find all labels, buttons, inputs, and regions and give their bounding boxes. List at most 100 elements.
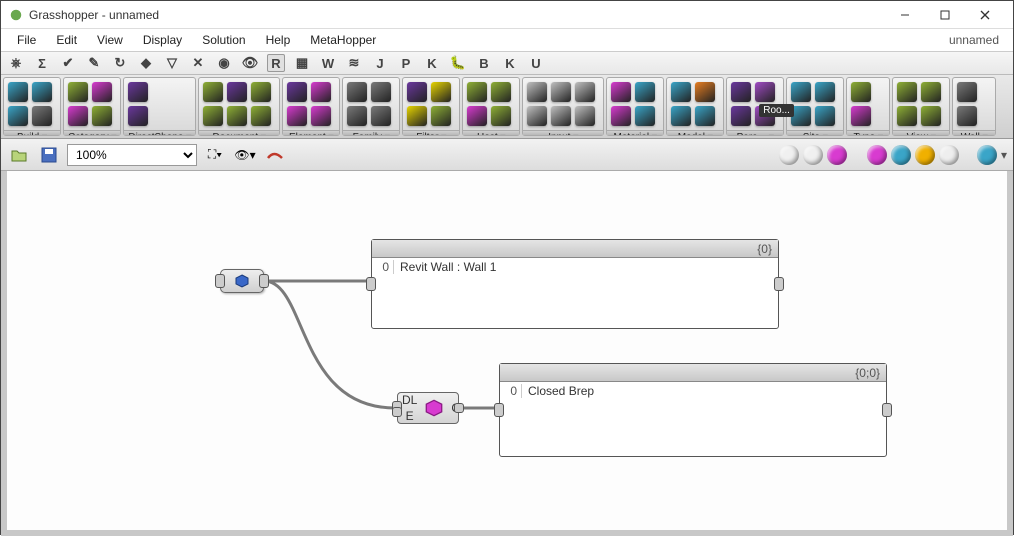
toolbar-glyph-18[interactable]: B: [475, 54, 493, 72]
ribbon-label[interactable]: DirectShape: [124, 130, 195, 135]
ribbon-icon[interactable]: [32, 106, 52, 126]
ribbon-icon[interactable]: [491, 82, 511, 102]
ribbon-icon[interactable]: [92, 106, 112, 126]
save-button[interactable]: [37, 143, 61, 167]
ribbon-icon[interactable]: [815, 106, 835, 126]
ribbon-icon[interactable]: [8, 106, 28, 126]
ribbon-icon[interactable]: [957, 106, 977, 126]
ribbon-icon[interactable]: [467, 106, 487, 126]
ribbon-icon[interactable]: [551, 106, 571, 126]
ribbon-icon[interactable]: [611, 106, 631, 126]
ribbon-icon[interactable]: [695, 82, 715, 102]
ribbon-icon[interactable]: [347, 106, 367, 126]
port-in[interactable]: [494, 403, 504, 417]
display-sphere-menu[interactable]: [977, 145, 997, 165]
toolbar-glyph-7[interactable]: ✕: [189, 54, 207, 72]
ribbon-icon[interactable]: [635, 82, 655, 102]
ribbon-label[interactable]: Site: [787, 130, 843, 135]
close-button[interactable]: [965, 3, 1005, 27]
ribbon-icon[interactable]: [431, 82, 451, 102]
ribbon-icon[interactable]: [287, 106, 307, 126]
toolbar-glyph-3[interactable]: ✎: [85, 54, 103, 72]
ribbon-label[interactable]: Category: [64, 130, 120, 135]
ribbon-icon[interactable]: [311, 82, 331, 102]
toolbar-glyph-13[interactable]: ≋: [345, 54, 363, 72]
ribbon-icon[interactable]: [791, 82, 811, 102]
toolbar-glyph-11[interactable]: ▦: [293, 54, 311, 72]
ribbon-icon[interactable]: [32, 82, 52, 102]
display-sphere[interactable]: [915, 145, 935, 165]
menu-display[interactable]: Display: [133, 33, 192, 47]
sketch-button[interactable]: [263, 143, 287, 167]
display-sphere[interactable]: [891, 145, 911, 165]
canvas[interactable]: {0} 0 Revit Wall : Wall 1 DLE G {0;0} 0 …: [1, 171, 1013, 536]
ribbon-label[interactable]: Wall: [953, 130, 995, 135]
ribbon-icon[interactable]: [671, 106, 691, 126]
ribbon-icon[interactable]: [551, 82, 571, 102]
ribbon-icon[interactable]: [407, 82, 427, 102]
ribbon-icon[interactable]: [851, 106, 871, 126]
toolbar-glyph-5[interactable]: ◆: [137, 54, 155, 72]
ribbon-icon[interactable]: [92, 82, 112, 102]
ribbon-icon[interactable]: [8, 82, 28, 102]
ribbon-icon[interactable]: [671, 82, 691, 102]
ribbon-label[interactable]: Filter: [403, 130, 459, 135]
toolbar-glyph-15[interactable]: P: [397, 54, 415, 72]
ribbon-icon[interactable]: [731, 82, 751, 102]
ribbon-icon[interactable]: [791, 106, 811, 126]
ribbon-icon[interactable]: [407, 106, 427, 126]
ribbon-icon[interactable]: [527, 82, 547, 102]
ribbon-icon[interactable]: [921, 106, 941, 126]
ribbon-icon[interactable]: [851, 82, 871, 102]
panel-2[interactable]: {0;0} 0 Closed Brep: [499, 363, 887, 457]
display-sphere[interactable]: [779, 145, 799, 165]
ribbon-icon[interactable]: [755, 82, 775, 102]
ribbon-label[interactable]: Para...: [727, 130, 783, 135]
toolbar-glyph-9[interactable]: 👁: [241, 54, 259, 72]
display-sphere[interactable]: [827, 145, 847, 165]
ribbon-label[interactable]: Host: [463, 130, 519, 135]
ribbon-icon[interactable]: [467, 82, 487, 102]
ribbon-label[interactable]: Element: [283, 130, 339, 135]
display-sphere[interactable]: [939, 145, 959, 165]
menu-solution[interactable]: Solution: [192, 33, 255, 47]
ribbon-icon[interactable]: [68, 106, 88, 126]
component-node[interactable]: DLE G: [397, 392, 459, 424]
ribbon-icon[interactable]: [635, 106, 655, 126]
ribbon-icon[interactable]: [128, 82, 148, 102]
ribbon-label[interactable]: Type: [847, 130, 889, 135]
port-in-2[interactable]: [392, 407, 402, 417]
toolbar-glyph-6[interactable]: ▽: [163, 54, 181, 72]
ribbon-icon[interactable]: [347, 82, 367, 102]
toolbar-glyph-1[interactable]: Σ: [33, 54, 51, 72]
ribbon-icon[interactable]: [575, 106, 595, 126]
toolbar-glyph-19[interactable]: K: [501, 54, 519, 72]
panel-1[interactable]: {0} 0 Revit Wall : Wall 1: [371, 239, 779, 329]
port-in[interactable]: [215, 274, 225, 288]
toolbar-glyph-20[interactable]: U: [527, 54, 545, 72]
toolbar-glyph-17[interactable]: 🐛: [449, 54, 467, 72]
menu-help[interactable]: Help: [256, 33, 301, 47]
ribbon-icon[interactable]: [251, 106, 271, 126]
ribbon-label[interactable]: Input: [523, 130, 603, 135]
display-sphere[interactable]: [867, 145, 887, 165]
ribbon-icon[interactable]: [203, 106, 223, 126]
zoom-extents-button[interactable]: ⛶▾: [203, 143, 227, 167]
ribbon-label[interactable]: Family: [343, 130, 399, 135]
toolbar-glyph-14[interactable]: J: [371, 54, 389, 72]
toolbar-glyph-16[interactable]: K: [423, 54, 441, 72]
port-out[interactable]: [454, 403, 464, 413]
ribbon-icon[interactable]: [371, 106, 391, 126]
menu-view[interactable]: View: [87, 33, 133, 47]
preview-button[interactable]: 👁▾: [233, 143, 257, 167]
display-sphere[interactable]: [803, 145, 823, 165]
minimize-button[interactable]: [885, 3, 925, 27]
ribbon-icon[interactable]: [251, 82, 271, 102]
ribbon-icon[interactable]: [491, 106, 511, 126]
ribbon-icon[interactable]: [957, 82, 977, 102]
param-node[interactable]: [220, 269, 264, 293]
port-in[interactable]: [366, 277, 376, 291]
ribbon-icon[interactable]: [203, 82, 223, 102]
ribbon-label[interactable]: Build: [4, 130, 60, 135]
ribbon-icon[interactable]: [921, 82, 941, 102]
